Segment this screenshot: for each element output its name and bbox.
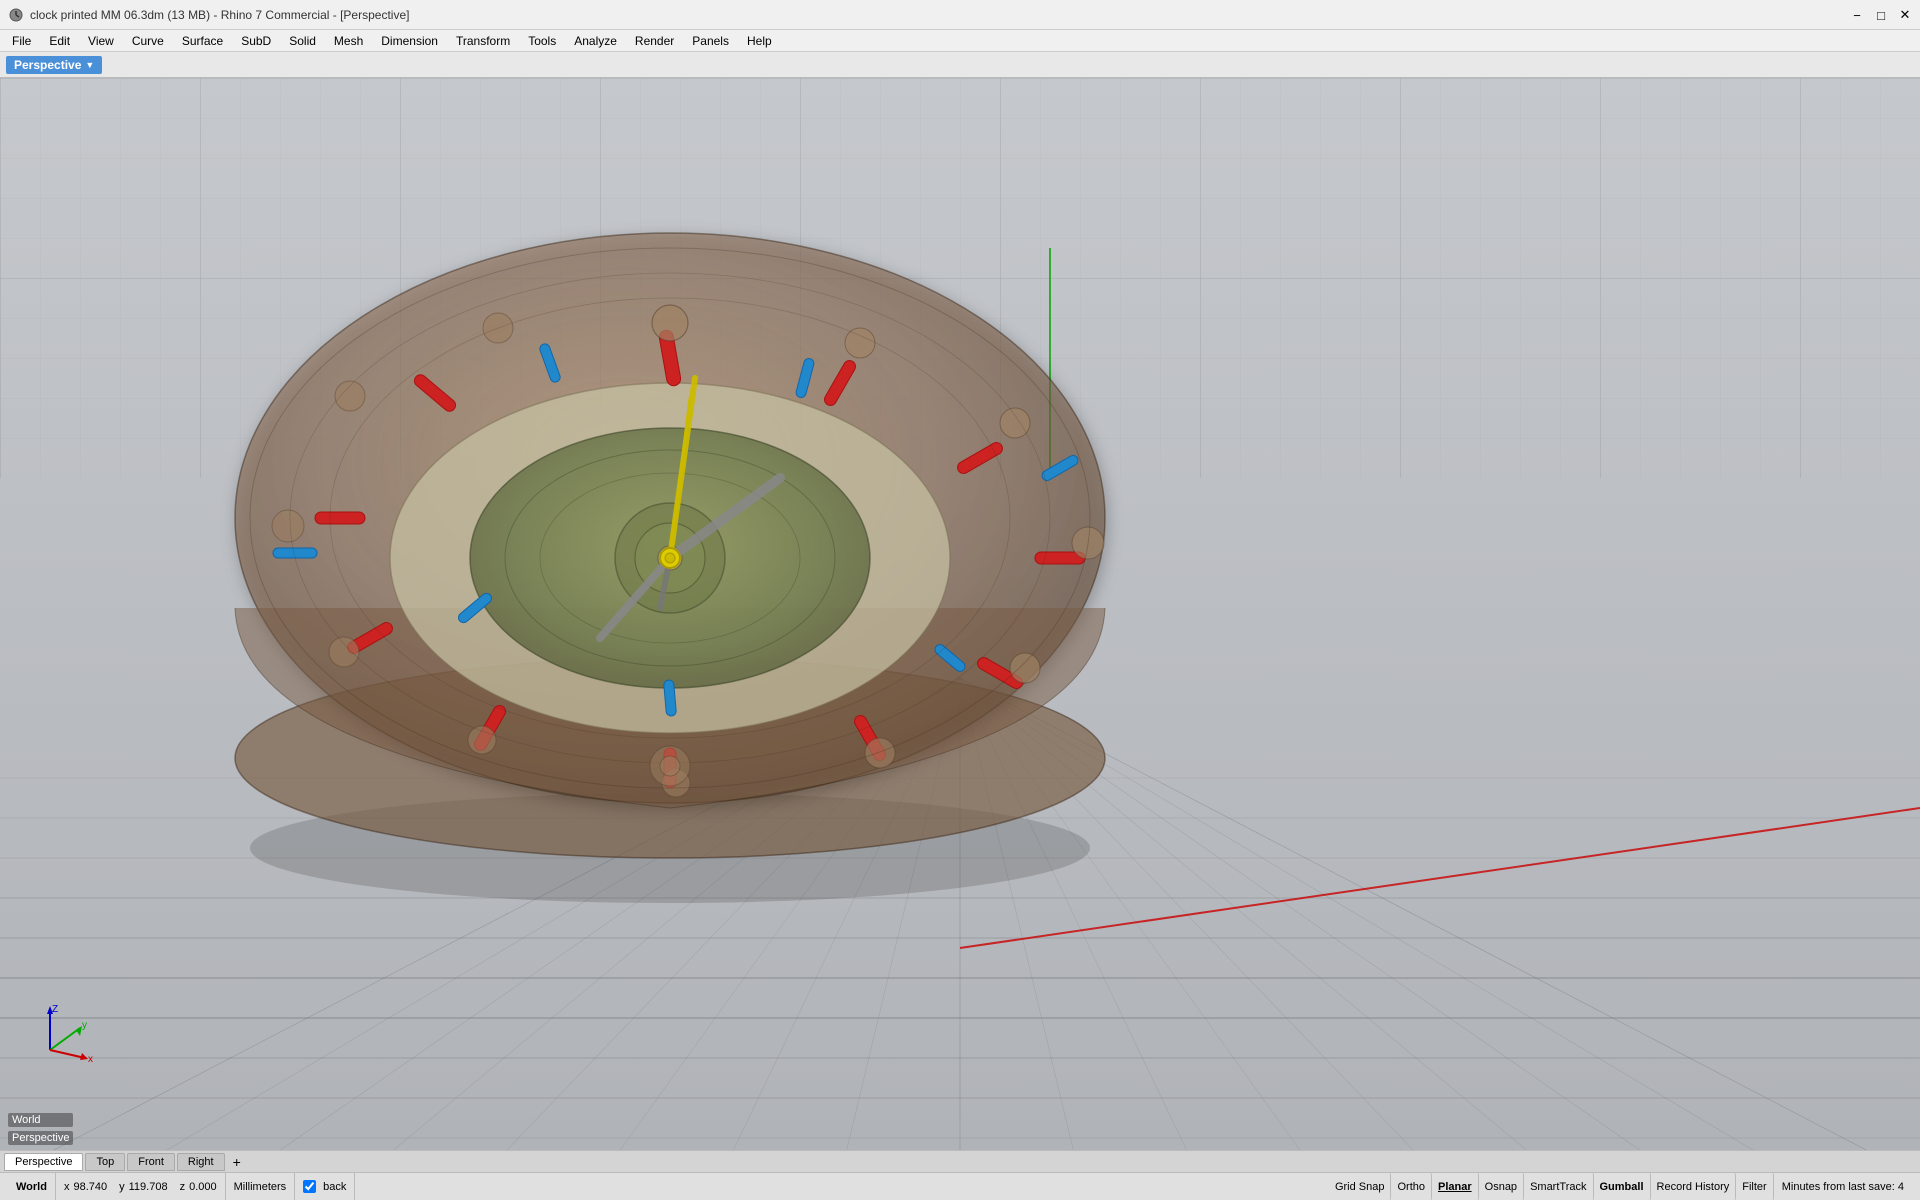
titlebar: clock printed MM 06.3dm (13 MB) - Rhino … (0, 0, 1920, 30)
menu-item-curve[interactable]: Curve (124, 32, 172, 50)
statusbar-toggle-osnap[interactable]: Osnap (1479, 1173, 1524, 1200)
viewport-label-text: Perspective (14, 58, 81, 72)
viewport-tab-perspective[interactable]: Perspective (4, 1153, 83, 1171)
viewport-tabs-bar: PerspectiveTopFrontRight+ (0, 1150, 1920, 1172)
y-value: 119.708 (129, 1181, 168, 1193)
menubar: FileEditViewCurveSurfaceSubDSolidMeshDim… (0, 30, 1920, 52)
z-value: 0.000 (189, 1181, 217, 1193)
viewport-label-bar: Perspective ▼ (0, 52, 1920, 78)
minimize-button[interactable]: − (1846, 4, 1868, 26)
viewport-label-perspective[interactable]: Perspective ▼ (6, 56, 102, 74)
window-controls: − □ ✕ (1846, 4, 1916, 26)
menu-item-file[interactable]: File (4, 32, 39, 50)
x-label: x (64, 1181, 70, 1193)
menu-item-tools[interactable]: Tools (520, 32, 564, 50)
viewport-tab-right[interactable]: Right (177, 1153, 225, 1171)
statusbar-toggle-grid-snap[interactable]: Grid Snap (1329, 1173, 1392, 1200)
statusbar-toggle-smarttrack[interactable]: SmartTrack (1524, 1173, 1593, 1200)
world-label: World (16, 1181, 47, 1193)
y-label: y (119, 1181, 125, 1193)
window-title: clock printed MM 06.3dm (13 MB) - Rhino … (30, 8, 1912, 22)
z-label: z (180, 1181, 186, 1193)
menu-item-dimension[interactable]: Dimension (373, 32, 446, 50)
statusbar-toggle-gumball[interactable]: Gumball (1594, 1173, 1651, 1200)
menu-item-help[interactable]: Help (739, 32, 780, 50)
menu-item-transform[interactable]: Transform (448, 32, 518, 50)
x-value: 98.740 (73, 1181, 107, 1193)
viewport-tab-top[interactable]: Top (85, 1153, 125, 1171)
sub-vp-perspective-label: Perspective (8, 1131, 73, 1145)
clock-3d-model (120, 128, 1220, 908)
statusbar-toggle-filter[interactable]: Filter (1736, 1173, 1773, 1200)
statusbar-coordinates: x98.740 y 119.708 z0.000 (56, 1173, 226, 1200)
menu-item-render[interactable]: Render (627, 32, 682, 50)
back-checkbox-input[interactable] (303, 1180, 316, 1193)
viewport-tab-front[interactable]: Front (127, 1153, 175, 1171)
menu-item-panels[interactable]: Panels (684, 32, 737, 50)
add-viewport-button[interactable]: + (227, 1154, 247, 1170)
statusbar-last-save: Minutes from last save: 4 (1774, 1173, 1912, 1200)
maximize-button[interactable]: □ (1870, 4, 1892, 26)
main-viewport[interactable]: Z y x World Perspective (0, 78, 1920, 1150)
statusbar-toggle-record-history[interactable]: Record History (1651, 1173, 1737, 1200)
close-button[interactable]: ✕ (1894, 4, 1916, 26)
statusbar-toggle-ortho[interactable]: Ortho (1391, 1173, 1432, 1200)
viewport-dropdown-arrow[interactable]: ▼ (85, 60, 94, 70)
menu-item-mesh[interactable]: Mesh (326, 32, 371, 50)
menu-item-subd[interactable]: SubD (233, 32, 279, 50)
menu-item-surface[interactable]: Surface (174, 32, 231, 50)
axis-indicator: Z y x (30, 1000, 100, 1070)
statusbar: World x98.740 y 119.708 z0.000 Millimeters b… (0, 1172, 1920, 1200)
svg-text:y: y (82, 1020, 87, 1031)
svg-text:Z: Z (52, 1004, 58, 1015)
statusbar-toggle-planar[interactable]: Planar (1432, 1173, 1479, 1200)
sub-vp-world: World (8, 1113, 73, 1127)
statusbar-world: World (8, 1173, 56, 1200)
menu-item-edit[interactable]: Edit (41, 32, 78, 50)
menu-item-solid[interactable]: Solid (281, 32, 324, 50)
back-label: back (323, 1181, 346, 1193)
menu-item-view[interactable]: View (80, 32, 122, 50)
app-icon (8, 7, 24, 23)
statusbar-units: Millimeters (226, 1173, 296, 1200)
menu-item-analyze[interactable]: Analyze (566, 32, 625, 50)
svg-text:x: x (88, 1054, 93, 1065)
statusbar-back-checkbox[interactable]: back (295, 1173, 355, 1200)
